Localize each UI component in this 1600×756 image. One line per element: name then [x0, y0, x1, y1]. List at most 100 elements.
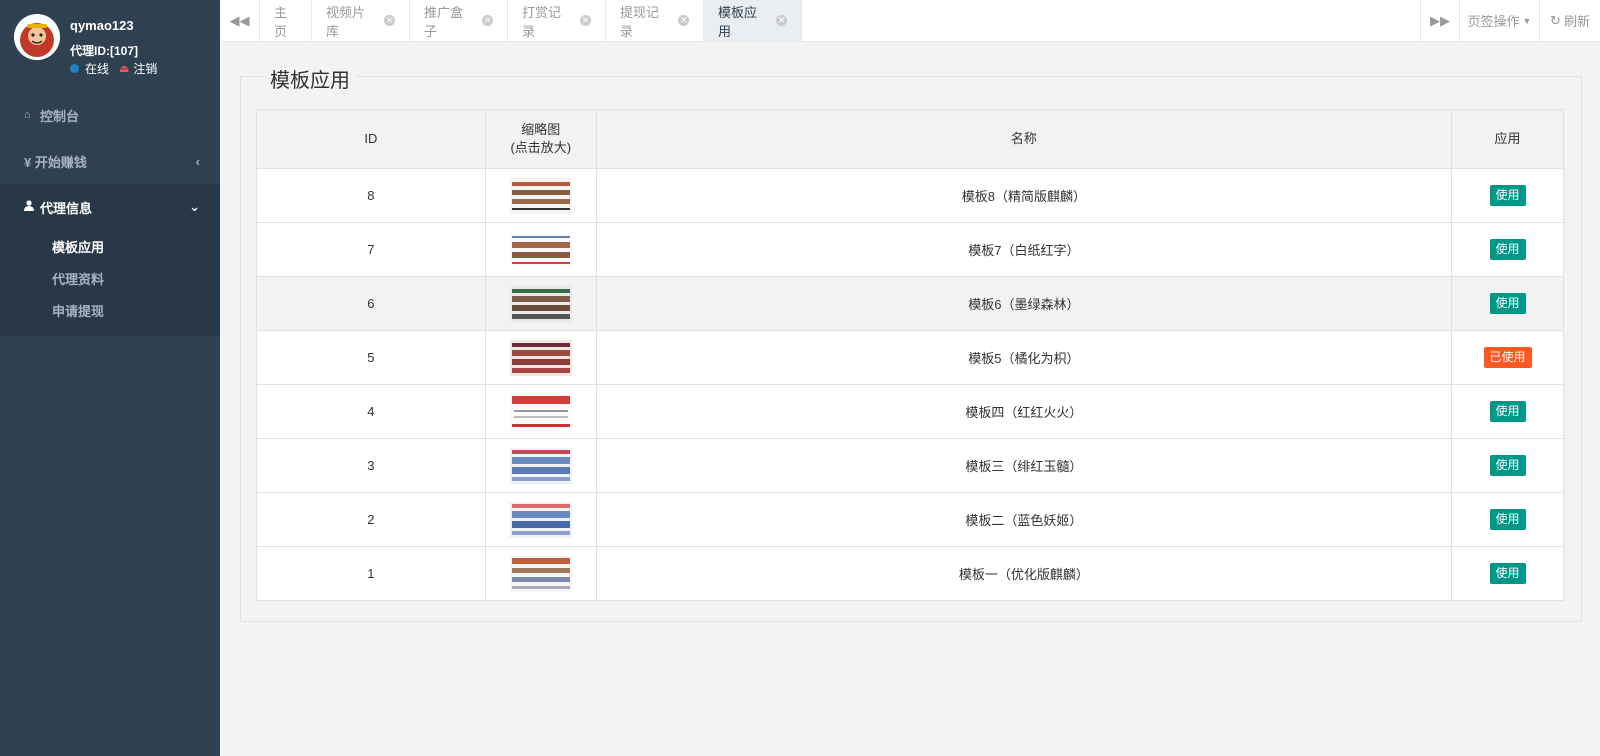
- template-thumbnail-image[interactable]: [509, 447, 572, 484]
- row-thumbnail[interactable]: [484, 438, 597, 493]
- sidebar-item-agent-info[interactable]: 代理信息 ⌄: [0, 184, 220, 230]
- tab-bar: ◀◀ 主页 视频片库 ✕ 推广盒子 ✕ 打赏记录 ✕ 提现记录 ✕ 模板应用 ✕ ▶▶ 页…: [220, 0, 1600, 42]
- tab-home[interactable]: 主页: [260, 0, 312, 41]
- row-name: 模板8（精简版麒麟）: [595, 168, 1453, 223]
- tab-tip-records[interactable]: 打赏记录 ✕: [508, 0, 606, 41]
- scroll-tabs-right-button[interactable]: ▶▶: [1420, 0, 1460, 41]
- column-header-name: 名称: [595, 109, 1453, 169]
- scroll-tabs-left-button[interactable]: ◀◀: [220, 0, 260, 41]
- tab-label: 模板应用: [718, 4, 758, 39]
- use-template-button[interactable]: 使用: [1489, 455, 1526, 476]
- row-apply: 使用: [1451, 222, 1564, 277]
- sidebar-item-label: 代理信息: [40, 200, 93, 216]
- row-name: 模板一（优化版麒麟）: [595, 546, 1453, 601]
- tab-ops-label: 页签操作: [1467, 14, 1520, 29]
- double-right-icon: ▶▶: [1430, 12, 1450, 28]
- table-row: 7 模板7（白纸红字） 使用: [256, 222, 1564, 277]
- table-row: 1 模板一（优化版麒麟） 使用: [256, 546, 1564, 601]
- double-left-icon: ◀◀: [229, 12, 250, 28]
- template-table: ID 缩略图 (点击放大) 名称 应用 8 模板8（精简版麒麟） 使用 7 模板…: [256, 109, 1564, 601]
- row-id: 7: [256, 222, 486, 277]
- row-id: 3: [256, 438, 486, 493]
- template-thumbnail-image[interactable]: [509, 501, 572, 538]
- row-id: 5: [256, 330, 486, 385]
- column-header-thumbnail: 缩略图 (点击放大): [484, 109, 597, 169]
- table-row: 4 模板四（红红火火） 使用: [256, 384, 1564, 439]
- sidebar-item-earn[interactable]: ¥ 开始赚钱 ‹: [0, 138, 220, 184]
- use-template-button[interactable]: 使用: [1489, 239, 1526, 260]
- table-row: 2 模板二（蓝色妖姬） 使用: [256, 492, 1564, 547]
- refresh-label: 刷新: [1563, 14, 1590, 29]
- used-template-button[interactable]: 已使用: [1483, 347, 1532, 368]
- sidebar-subitem-agent-profile[interactable]: 代理资料: [0, 262, 220, 294]
- row-apply: 使用: [1451, 276, 1564, 331]
- row-thumbnail[interactable]: [484, 384, 597, 439]
- sidebar-item-label: 控制台: [40, 108, 80, 124]
- refresh-button[interactable]: ↻ 刷新: [1540, 0, 1600, 41]
- template-thumbnail-image[interactable]: [509, 285, 572, 322]
- avatar[interactable]: [14, 14, 60, 60]
- logout-icon[interactable]: ⏏: [119, 62, 129, 75]
- username: qymao123: [70, 18, 134, 33]
- template-thumbnail-image[interactable]: [509, 177, 572, 214]
- sidebar-item-dashboard[interactable]: ⌂ 控制台: [0, 92, 220, 138]
- close-icon[interactable]: ✕: [678, 15, 689, 26]
- chevron-down-icon: ⌄: [189, 199, 200, 214]
- row-thumbnail[interactable]: [484, 222, 597, 277]
- logout-link[interactable]: 注销: [133, 60, 157, 77]
- row-id: 8: [256, 168, 486, 223]
- use-template-button[interactable]: 使用: [1489, 293, 1526, 314]
- row-thumbnail[interactable]: [484, 546, 597, 601]
- tab-ops-dropdown[interactable]: 页签操作 ▼: [1460, 0, 1540, 41]
- tab-label: 主页: [274, 4, 288, 39]
- home-icon: ⌂: [24, 109, 31, 121]
- close-icon[interactable]: ✕: [384, 15, 395, 26]
- page-title: 模板应用: [264, 64, 356, 93]
- row-thumbnail[interactable]: [484, 330, 597, 385]
- tab-promo-box[interactable]: 推广盒子 ✕: [410, 0, 508, 41]
- row-id: 2: [256, 492, 486, 547]
- column-header-id: ID: [256, 109, 486, 169]
- row-apply: 使用: [1451, 168, 1564, 223]
- refresh-icon: ↻: [1550, 12, 1561, 28]
- online-dot-icon: [70, 64, 79, 73]
- row-id: 6: [256, 276, 486, 331]
- sidebar-subitem-template-apply[interactable]: 模板应用: [0, 230, 220, 262]
- use-template-button[interactable]: 使用: [1489, 401, 1526, 422]
- sidebar-subitem-withdraw[interactable]: 申请提现: [0, 294, 220, 326]
- tab-label: 提现记录: [620, 4, 660, 39]
- template-thumbnail-image[interactable]: [509, 231, 572, 268]
- row-id: 4: [256, 384, 486, 439]
- row-apply: 已使用: [1451, 330, 1564, 385]
- row-thumbnail[interactable]: [484, 492, 597, 547]
- caret-down-icon: ▼: [1522, 15, 1532, 26]
- use-template-button[interactable]: 使用: [1489, 509, 1526, 530]
- use-template-button[interactable]: 使用: [1489, 563, 1526, 584]
- tab-label: 推广盒子: [424, 4, 464, 39]
- table-row: 8 模板8（精简版麒麟） 使用: [256, 168, 1564, 223]
- close-icon[interactable]: ✕: [776, 15, 787, 26]
- row-name: 模板二（蓝色妖姬）: [595, 492, 1453, 547]
- row-apply: 使用: [1451, 438, 1564, 493]
- row-thumbnail[interactable]: [484, 276, 597, 331]
- close-icon[interactable]: ✕: [482, 15, 493, 26]
- sidebar-item-label: ¥ 开始赚钱: [24, 154, 87, 170]
- thumb-header-line1: 缩略图: [521, 122, 561, 137]
- table-row: 5 模板5（橘化为枳） 已使用: [256, 330, 1564, 385]
- template-thumbnail-image[interactable]: [509, 393, 572, 430]
- column-header-apply: 应用: [1451, 109, 1564, 169]
- use-template-button[interactable]: 使用: [1489, 185, 1526, 206]
- row-name: 模板四（红红火火）: [595, 384, 1453, 439]
- close-icon[interactable]: ✕: [580, 15, 591, 26]
- table-row: 6 模板6（墨绿森林） 使用: [256, 276, 1564, 331]
- tab-withdraw-records[interactable]: 提现记录 ✕: [606, 0, 704, 41]
- row-name: 模板7（白纸红字）: [595, 222, 1453, 277]
- agent-id: 代理ID:[107]: [70, 44, 139, 58]
- row-name: 模板5（橘化为枳）: [595, 330, 1453, 385]
- row-thumbnail[interactable]: [484, 168, 597, 223]
- tab-video-library[interactable]: 视频片库 ✕: [312, 0, 410, 41]
- template-thumbnail-image[interactable]: [509, 555, 572, 592]
- tab-template-apply[interactable]: 模板应用 ✕: [704, 0, 802, 41]
- sidebar: qymao123 代理ID:[107] 在线 ⏏ 注销 ⌂ 控制台 ¥ 开始赚钱…: [0, 0, 220, 756]
- template-thumbnail-image[interactable]: [509, 339, 572, 376]
